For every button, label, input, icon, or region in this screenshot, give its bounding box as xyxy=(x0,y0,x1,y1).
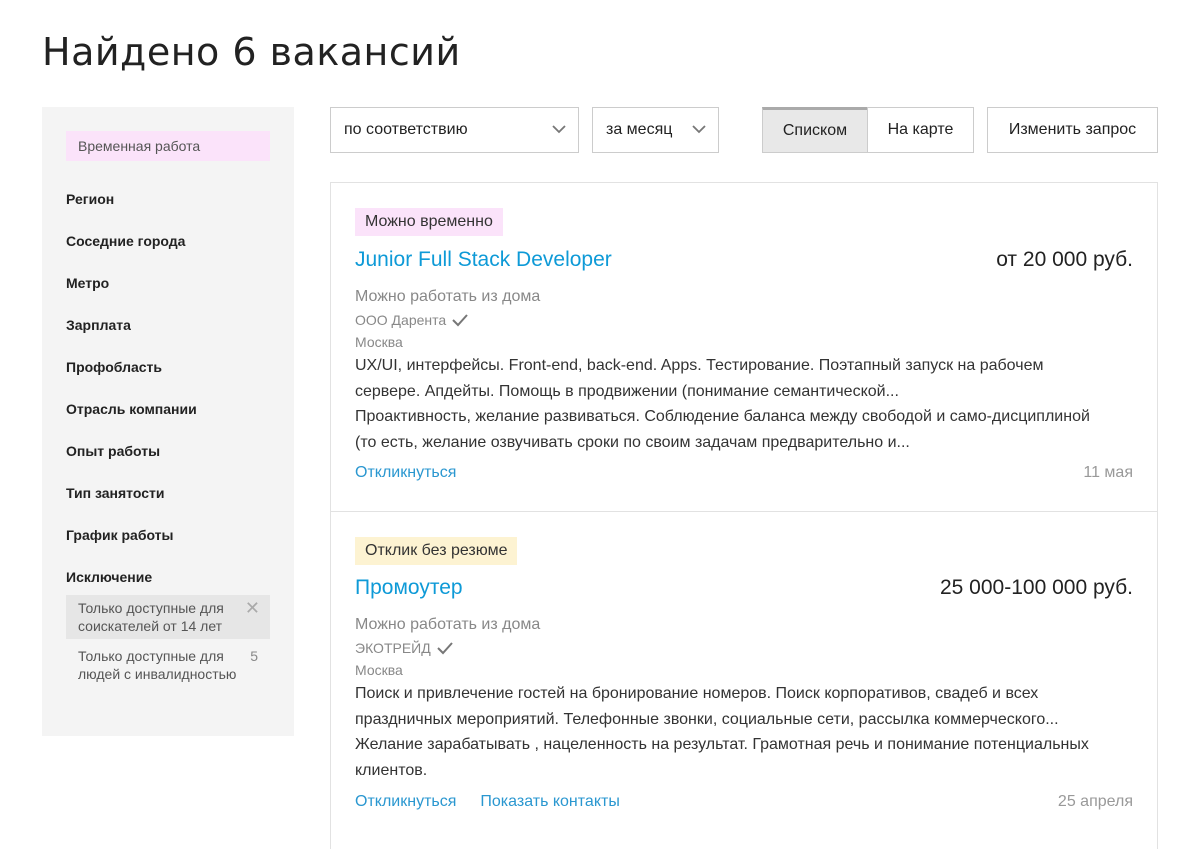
vacancy-badge: Можно временно xyxy=(355,208,503,236)
period-select-value: за месяц xyxy=(606,121,673,138)
verified-check-icon xyxy=(452,314,468,327)
active-filter-chip[interactable]: Временная работа xyxy=(66,131,270,161)
show-contacts-button[interactable]: Показать контакты xyxy=(480,793,619,811)
sort-select-value: по соответствию xyxy=(344,121,468,138)
apply-button[interactable]: Откликнуться xyxy=(355,793,456,811)
vacancy-city: Москва xyxy=(355,662,403,678)
vacancy-title-link[interactable]: Промоутер xyxy=(355,576,463,600)
vacancy-date: 25 апреля xyxy=(1057,793,1133,810)
vacancy-salary: от 20 000 руб. xyxy=(996,248,1133,271)
chevron-down-icon xyxy=(692,125,706,134)
exclusion-option-label: Только доступные для людей с инвалидност… xyxy=(78,648,237,682)
vacancy-responsibilities: Поиск и привлечение гостей на бронирован… xyxy=(355,685,1059,728)
vacancy-badge: Отклик без резюме xyxy=(355,537,518,565)
exclusion-option-14-years[interactable]: Только доступные для соискателей от 14 л… xyxy=(66,595,270,639)
filter-salary[interactable]: Зарплата xyxy=(66,317,131,333)
exclusion-option-count: 5 xyxy=(250,648,258,664)
filter-metro[interactable]: Метро xyxy=(66,275,109,291)
chevron-down-icon xyxy=(552,125,566,134)
vacancy-title-link[interactable]: Junior Full Stack Developer xyxy=(355,248,612,272)
vacancy-company-name: ЭКОТРЕЙД xyxy=(355,640,431,656)
filter-industry[interactable]: Отрасль компании xyxy=(66,401,197,417)
vacancy-date: 11 мая xyxy=(1083,464,1133,481)
vacancy-requirements: Проактивность, желание развиваться. Собл… xyxy=(355,408,1090,451)
filter-employment-type[interactable]: Тип занятости xyxy=(66,485,164,501)
vacancy-actions: Откликнуться xyxy=(355,464,456,482)
filter-experience[interactable]: Опыт работы xyxy=(66,443,160,459)
filter-region[interactable]: Регион xyxy=(66,191,114,207)
vacancy-remote-label: Можно работать из дома xyxy=(355,288,541,305)
vacancy-actions: Откликнуться Показать контакты xyxy=(355,793,620,811)
vacancy-remote-label: Можно работать из дома xyxy=(355,616,541,633)
filter-prof-area[interactable]: Профобласть xyxy=(66,359,162,375)
verified-check-icon xyxy=(437,642,453,655)
vacancy-salary: 25 000-100 000 руб. xyxy=(939,576,1133,599)
change-query-button[interactable]: Изменить запрос xyxy=(987,107,1158,153)
page-title: Найдено 6 вакансий xyxy=(42,30,461,74)
vacancy-company-name: ООО Дарента xyxy=(355,312,447,328)
vacancy-responsibilities: UX/UI, интерфейсы. Front-end, back-end. … xyxy=(355,357,1044,400)
filter-schedule[interactable]: График работы xyxy=(66,527,174,543)
exclusion-option-disability[interactable]: Только доступные для людей с инвалидност… xyxy=(66,643,270,687)
close-icon[interactable]: ✕ xyxy=(245,599,260,617)
period-select[interactable]: за месяц xyxy=(592,107,719,153)
vacancy-company-link[interactable]: ЭКОТРЕЙД xyxy=(355,640,454,656)
vacancy-card: Можно временно Junior Full Stack Develop… xyxy=(331,183,1157,511)
filter-nearby-cities[interactable]: Соседние города xyxy=(66,233,185,249)
vacancy-list: Можно временно Junior Full Stack Develop… xyxy=(330,182,1158,849)
view-map-button[interactable]: На карте xyxy=(867,107,974,153)
filter-exclusion: Исключение xyxy=(66,569,153,585)
vacancy-requirements: Желание зарабатывать , нацеленность на р… xyxy=(355,736,1089,779)
apply-button[interactable]: Откликнуться xyxy=(355,464,456,482)
vacancy-card: Отклик без резюме Промоутер 25 000-100 0… xyxy=(331,511,1157,849)
view-list-button[interactable]: Списком xyxy=(762,107,868,153)
vacancy-company-link[interactable]: ООО Дарента xyxy=(355,312,469,328)
filters-sidebar: Временная работа Регион Соседние города … xyxy=(42,107,294,736)
sort-select[interactable]: по соответствию xyxy=(330,107,579,153)
vacancy-city: Москва xyxy=(355,334,403,350)
exclusion-option-label: Только доступные для соискателей от 14 л… xyxy=(78,600,224,634)
